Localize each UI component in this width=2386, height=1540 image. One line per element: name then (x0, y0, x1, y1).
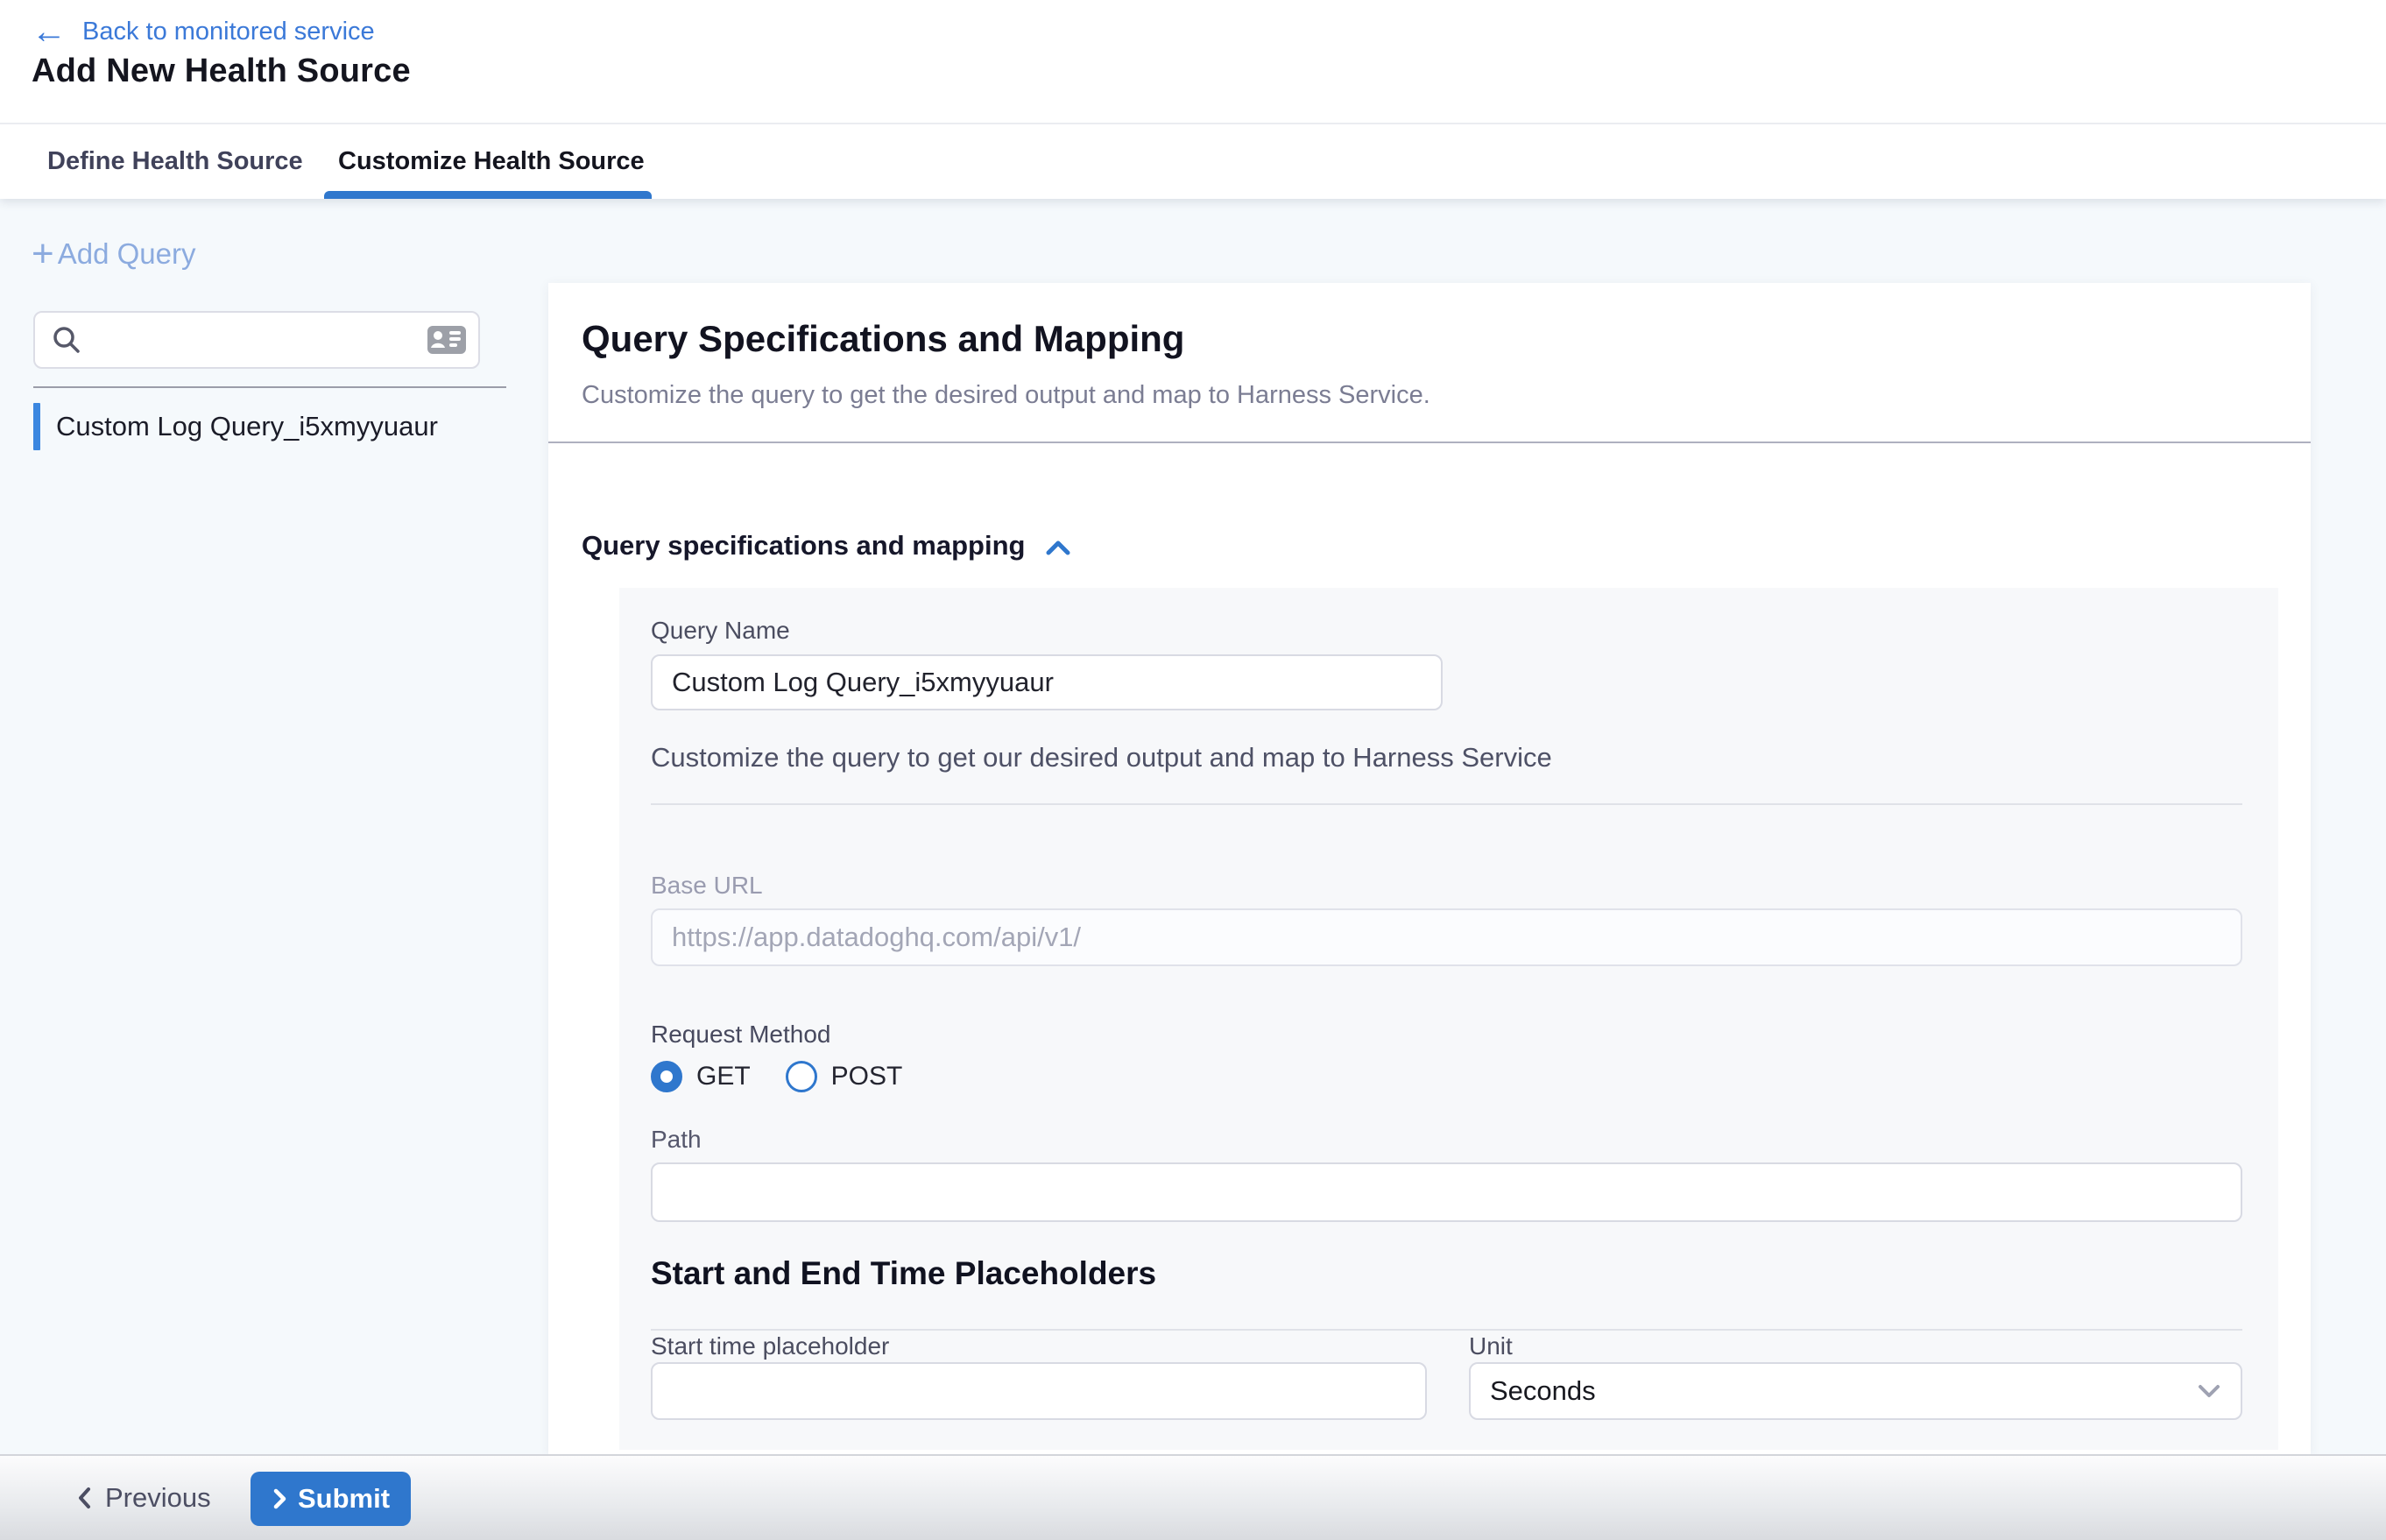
chevron-up-icon[interactable] (1044, 537, 1072, 558)
submit-label: Submit (298, 1483, 390, 1515)
radio-unselected-icon[interactable] (786, 1061, 817, 1092)
page-title: Add New Health Source (32, 53, 411, 90)
query-list-item[interactable]: Custom Log Query_i5xmyyuaur (33, 400, 506, 453)
add-query-button[interactable]: + Add Query (32, 237, 195, 271)
chevron-left-icon (75, 1485, 93, 1511)
submit-button[interactable]: Submit (251, 1472, 411, 1526)
form-card: Query Name Customize the query to get ou… (619, 588, 2278, 1450)
active-tab-underline (324, 191, 652, 199)
request-method-label: Request Method (651, 1021, 830, 1049)
search-icon (51, 324, 82, 356)
query-item-label: Custom Log Query_i5xmyyuaur (56, 411, 438, 442)
tab-customize-health-source[interactable]: Customize Health Source (338, 124, 645, 199)
section-title: Query specifications and mapping (582, 530, 1025, 562)
selected-indicator-bar (33, 403, 40, 450)
request-method-radios: GET POST (651, 1061, 937, 1092)
panel-heading: Query Specifications and Mapping (582, 318, 1184, 360)
form-divider (651, 1329, 2242, 1331)
unit-select[interactable]: Seconds (1469, 1362, 2242, 1420)
panel-divider (548, 442, 2311, 443)
chevron-down-icon (2197, 1383, 2221, 1399)
id-card-icon[interactable] (427, 324, 466, 356)
radio-post-label: POST (831, 1062, 903, 1091)
start-time-input[interactable] (651, 1362, 1427, 1420)
base-url-input[interactable] (651, 908, 2242, 966)
main-panel: Query Specifications and Mapping Customi… (548, 283, 2311, 1456)
path-label: Path (651, 1126, 702, 1154)
time-placeholders-heading: Start and End Time Placeholders (651, 1255, 1156, 1292)
radio-option-post[interactable]: POST (786, 1061, 903, 1092)
panel-subheading: Customize the query to get the desired o… (582, 381, 1430, 410)
content-area: + Add Query (0, 199, 2386, 1456)
unit-label: Unit (1469, 1332, 1513, 1360)
start-time-label: Start time placeholder (651, 1332, 889, 1360)
tab-define-health-source[interactable]: Define Health Source (47, 124, 303, 199)
header: ← Back to monitored service Add New Heal… (0, 0, 2386, 199)
radio-selected-icon[interactable] (651, 1061, 682, 1092)
query-name-help: Customize the query to get our desired o… (651, 742, 1552, 774)
back-link-label: Back to monitored service (82, 18, 375, 46)
back-link[interactable]: ← Back to monitored service (32, 12, 375, 51)
section-header: Query specifications and mapping (582, 530, 1072, 562)
query-name-input[interactable] (651, 654, 1443, 710)
arrow-left-icon: ← (32, 14, 67, 49)
radio-option-get[interactable]: GET (651, 1061, 751, 1092)
previous-button[interactable]: Previous (75, 1456, 211, 1540)
sidebar-divider (33, 386, 506, 388)
chevron-right-icon (272, 1487, 287, 1510)
path-input[interactable] (651, 1162, 2242, 1222)
tab-bar: Define Health Source Customize Health So… (0, 124, 2386, 199)
app: ← Back to monitored service Add New Heal… (0, 0, 2386, 1540)
add-query-label: Add Query (58, 237, 196, 271)
footer-bar: Previous Submit (0, 1454, 2386, 1540)
search-input[interactable] (93, 326, 417, 355)
previous-label: Previous (105, 1482, 211, 1514)
unit-selected-value: Seconds (1490, 1375, 1596, 1407)
query-search-box (33, 311, 480, 369)
query-name-label: Query Name (651, 617, 790, 645)
base-url-label: Base URL (651, 872, 763, 900)
plus-icon: + (32, 238, 54, 270)
radio-get-label: GET (696, 1062, 751, 1091)
query-sidebar: + Add Query (0, 199, 548, 1456)
form-divider (651, 803, 2242, 805)
